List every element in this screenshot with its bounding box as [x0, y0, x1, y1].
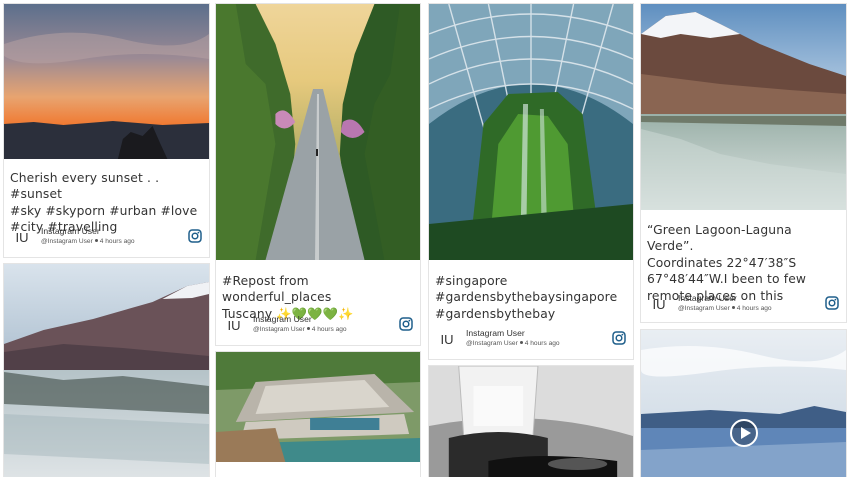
post-image[interactable]	[641, 4, 846, 210]
post-image[interactable]	[429, 4, 633, 260]
post-image[interactable]	[4, 4, 209, 159]
post-subline: @Instagram User 4 hours ago	[678, 305, 772, 312]
separator-dot	[519, 341, 523, 345]
user-handle: @Instagram User	[678, 305, 730, 312]
post-card[interactable]	[640, 329, 847, 477]
post-time: 4 hours ago	[524, 340, 560, 347]
post-card[interactable]: #Repost from wonderful_places Tuscany ✨💚…	[215, 3, 421, 346]
post-meta: IU Instagram User @Instagram User 4 hours…	[223, 314, 413, 338]
sunset-photo	[4, 4, 209, 159]
user-handle: @Instagram User	[253, 326, 305, 333]
post-subline: @Instagram User 4 hours ago	[253, 326, 347, 333]
separator-dot	[94, 239, 98, 243]
avatar[interactable]: IU	[11, 229, 33, 247]
post-image[interactable]	[216, 352, 420, 462]
post-time: 4 hours ago	[99, 238, 135, 245]
post-subline: @Instagram User 4 hours ago	[466, 340, 560, 347]
instagram-icon[interactable]	[825, 296, 839, 310]
post-subline: @Instagram User 4 hours ago	[41, 238, 135, 245]
separator-dot	[731, 306, 735, 310]
user-handle: @Instagram User	[466, 340, 518, 347]
post-card[interactable]: #singapore #gardensbythebaysingapore #ga…	[428, 3, 634, 360]
post-card[interactable]	[3, 263, 210, 477]
user-name[interactable]: Instagram User	[678, 293, 737, 303]
user-name[interactable]: Instagram User	[466, 328, 525, 338]
play-icon[interactable]	[730, 419, 758, 447]
laguna-verde-photo	[641, 4, 846, 210]
post-time: 4 hours ago	[311, 326, 347, 333]
avatar[interactable]: IU	[648, 296, 670, 314]
post-card[interactable]	[215, 351, 421, 477]
tuscany-road-photo	[216, 4, 420, 260]
avatar[interactable]: IU	[223, 317, 245, 335]
user-name[interactable]: Instagram User	[253, 314, 312, 324]
instagram-feed: Cherish every sunset . . #sunset #sky #s…	[0, 0, 848, 477]
post-caption: #singapore #gardensbythebaysingapore #ga…	[435, 274, 618, 321]
drink-photo	[429, 366, 633, 477]
post-card[interactable]	[428, 365, 634, 477]
user-handle: @Instagram User	[41, 238, 93, 245]
post-meta: IU Instagram User @Instagram User 4 hours…	[436, 328, 626, 352]
post-card[interactable]: “Green Lagoon-Laguna Verde”. Coordinates…	[640, 3, 847, 323]
post-image[interactable]	[4, 264, 209, 477]
post-meta: IU Instagram User @Instagram User 4 hours…	[11, 226, 202, 250]
post-image[interactable]	[216, 4, 420, 260]
avatar[interactable]: IU	[436, 331, 458, 349]
separator-dot	[306, 327, 310, 331]
dam-photo	[216, 352, 420, 462]
lake-video-thumbnail	[641, 330, 846, 477]
post-image[interactable]	[429, 366, 633, 477]
post-video[interactable]	[641, 330, 846, 477]
user-name[interactable]: Instagram User	[41, 226, 100, 236]
post-caption: “Green Lagoon-Laguna Verde”. Coordinates…	[647, 223, 807, 303]
post-meta: IU Instagram User @Instagram User 4 hours…	[648, 293, 839, 317]
post-card[interactable]: Cherish every sunset . . #sunset #sky #s…	[3, 3, 210, 258]
instagram-icon[interactable]	[612, 331, 626, 345]
post-time: 4 hours ago	[736, 305, 772, 312]
instagram-icon[interactable]	[188, 229, 202, 243]
instagram-icon[interactable]	[399, 317, 413, 331]
cloud-forest-photo	[429, 4, 633, 260]
mountain-lake-photo	[4, 264, 209, 477]
